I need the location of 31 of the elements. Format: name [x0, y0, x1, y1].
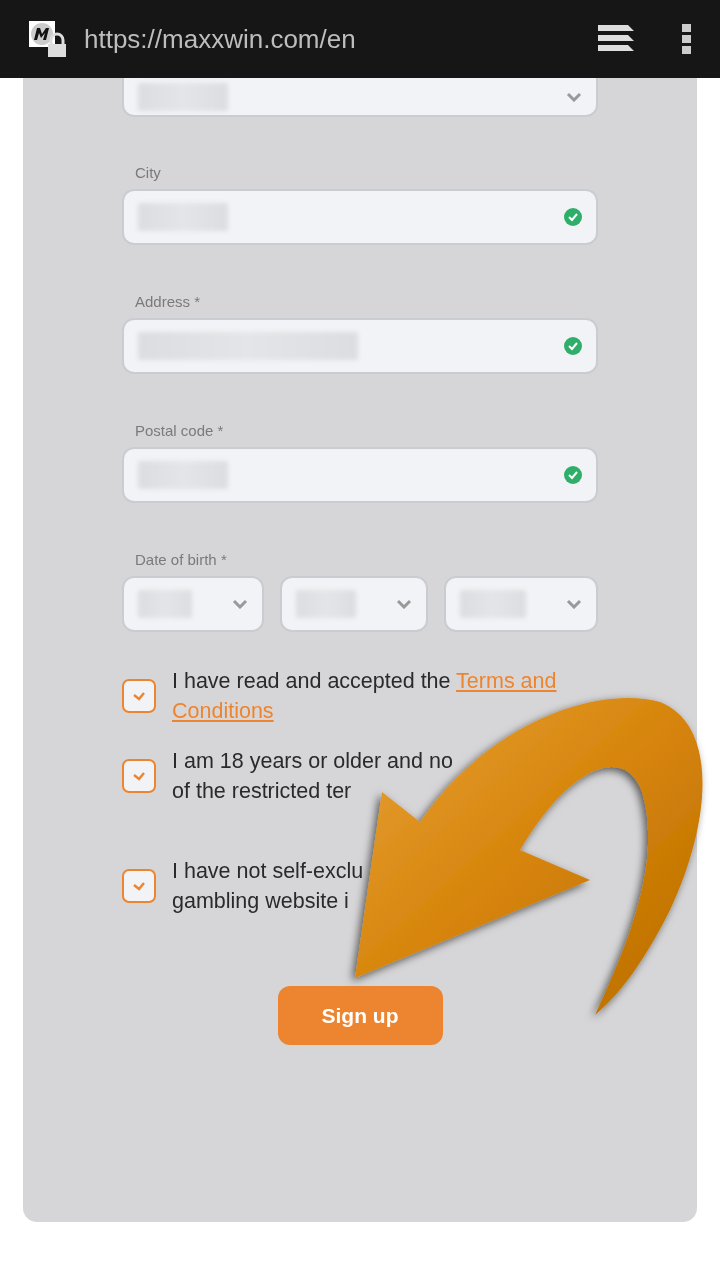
- terms-link[interactable]: Conditions: [172, 699, 274, 723]
- checkbox[interactable]: [122, 679, 156, 713]
- input-field[interactable]: [122, 189, 598, 245]
- agreement-text: I have not self-exclu gambling website i: [172, 858, 364, 915]
- site-lock-icon: [28, 20, 68, 58]
- field-label: Postal code *: [135, 421, 225, 440]
- agreement-text: I am 18 years or older and no of the restricted ter: [172, 748, 453, 805]
- terms-link[interactable]: Terms and: [456, 669, 557, 693]
- checkbox[interactable]: [122, 759, 156, 793]
- chevron-down-icon: [566, 599, 582, 609]
- menu-icon[interactable]: [682, 24, 692, 54]
- sign-up-button[interactable]: Sign up: [277, 986, 443, 1045]
- agreement-text: I have read and accepted the Terms and Conditions: [172, 668, 558, 725]
- chevron-down-icon: [396, 599, 412, 609]
- field-label: Date of birth *: [135, 550, 228, 569]
- input-field[interactable]: [122, 447, 598, 503]
- check-icon: [132, 771, 146, 781]
- tabs-icon[interactable]: [598, 25, 634, 53]
- input-field[interactable]: [122, 318, 598, 374]
- check-icon: [132, 691, 146, 701]
- field-label: Address *: [135, 292, 202, 311]
- checkbox[interactable]: [122, 869, 156, 903]
- chevron-down-icon: [566, 91, 582, 102]
- select-field[interactable]: [444, 576, 598, 632]
- url-text[interactable]: https://maxxwin.com/en: [84, 19, 356, 59]
- chevron-down-icon: [232, 599, 248, 609]
- select-field[interactable]: [280, 576, 428, 632]
- check-icon: [132, 881, 146, 891]
- field-label: City: [135, 163, 162, 182]
- select-field[interactable]: [122, 576, 264, 632]
- select-field[interactable]: [122, 78, 598, 117]
